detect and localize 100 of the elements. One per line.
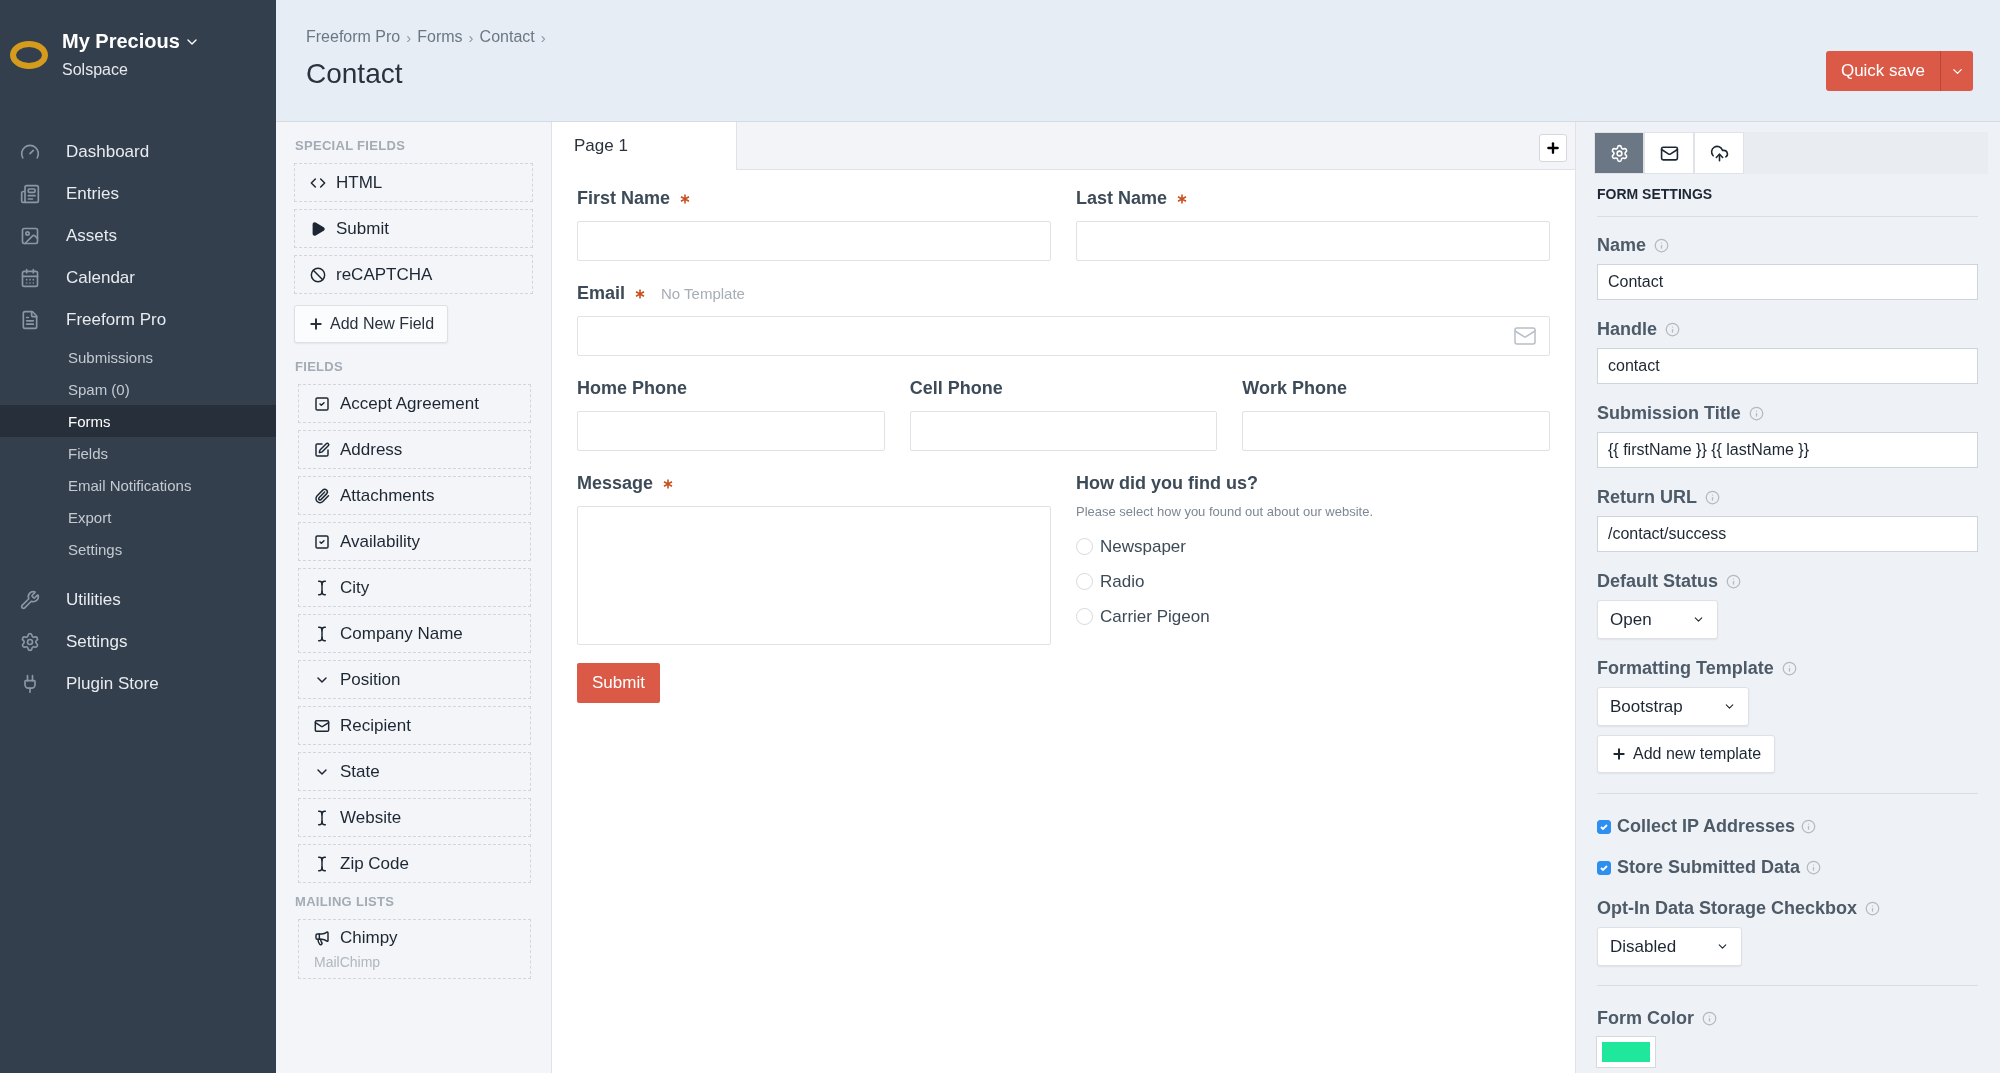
site-name[interactable]: My Precious — [62, 30, 180, 53]
submit-button[interactable]: Submit — [577, 663, 660, 703]
field-palette-item[interactable]: HTML — [294, 163, 533, 202]
nav-item[interactable]: Assets — [0, 215, 276, 257]
breadcrumb-separator: › — [468, 28, 474, 46]
nav-item[interactable]: Freeform Pro — [0, 299, 276, 341]
nav-subitem[interactable]: Spam (0) — [0, 373, 276, 405]
nav-subitem[interactable]: Settings — [0, 533, 276, 565]
nav-item[interactable]: Calendar — [0, 257, 276, 299]
setting-label: Submission Title — [1597, 403, 1741, 424]
field-palette-item[interactable]: Company Name — [298, 614, 531, 653]
breadcrumb-link[interactable]: Contact — [479, 28, 535, 46]
field-palette-item[interactable]: Position — [298, 660, 531, 699]
nav-item[interactable]: Entries — [0, 173, 276, 215]
nav-item[interactable]: Plugin Store — [0, 663, 276, 705]
field-palette-item[interactable]: Zip Code — [298, 844, 531, 883]
nav-item[interactable]: Dashboard — [0, 131, 276, 173]
color-swatch[interactable] — [1597, 1037, 1655, 1067]
field-name: reCAPTCHA — [336, 264, 433, 285]
radio-button[interactable] — [1076, 573, 1093, 590]
checkbox-label: Collect IP Addresses — [1617, 816, 1796, 837]
email-input[interactable] — [577, 316, 1550, 356]
radio-option[interactable]: Newspaper — [1076, 529, 1550, 564]
radio-button[interactable] — [1076, 608, 1093, 625]
calendar-icon — [20, 268, 40, 288]
nav-subitem[interactable]: Submissions — [0, 341, 276, 373]
field-palette-item[interactable]: Recipient — [298, 706, 531, 745]
nav-subitem[interactable]: Forms — [0, 405, 276, 437]
field-palette-item[interactable]: State — [298, 752, 531, 791]
field-palette-item[interactable]: Address — [298, 430, 531, 469]
text-input[interactable]: Contact — [1597, 264, 1978, 300]
info-icon — [1702, 1011, 1717, 1026]
ban-icon — [310, 266, 326, 283]
select-dropdown[interactable]: Bootstrap — [1597, 687, 1749, 726]
radio-label: Carrier Pigeon — [1100, 606, 1210, 627]
settings-tab[interactable] — [1644, 132, 1694, 174]
nav-subitem[interactable]: Fields — [0, 437, 276, 469]
text-input[interactable]: {{ firstName }} {{ lastName }} — [1597, 432, 1978, 468]
text-input[interactable]: contact — [1597, 348, 1978, 384]
setting-label: Return URL — [1597, 487, 1697, 508]
text-input[interactable] — [577, 411, 885, 451]
text-input[interactable] — [1242, 411, 1550, 451]
breadcrumb-link[interactable]: Freeform Pro — [306, 28, 401, 46]
info-icon — [1665, 322, 1680, 337]
text-input[interactable] — [577, 221, 1051, 261]
select-dropdown[interactable]: Open — [1597, 600, 1718, 639]
section-heading: MAILING LISTS — [295, 894, 396, 909]
text-input[interactable]: /contact/success — [1597, 516, 1978, 552]
text-input[interactable] — [909, 411, 1218, 451]
breadcrumb-separator: › — [406, 28, 412, 46]
checkmark-icon — [1599, 821, 1609, 832]
field-label: First Name — [577, 188, 671, 209]
section-heading: FIELDS — [295, 359, 345, 374]
setting-label: Formatting Template — [1597, 658, 1774, 679]
field-palette-item[interactable]: reCAPTCHA — [294, 255, 533, 294]
nav-subitem[interactable]: Export — [0, 501, 276, 533]
nav-item[interactable]: Settings — [0, 621, 276, 663]
message-textarea[interactable] — [577, 506, 1051, 645]
settings-icon — [1609, 143, 1629, 163]
field-instructions: Please select how you found out about our website. — [1076, 504, 1375, 519]
breadcrumb-link[interactable]: Forms — [417, 28, 463, 46]
field-name: Zip Code — [340, 853, 409, 874]
field-palette-item[interactable]: Website — [298, 798, 531, 837]
add-field-button[interactable]: Add New Field — [294, 305, 449, 343]
envelope-icon — [1659, 143, 1679, 163]
envelope-icon — [314, 717, 330, 734]
field-palette-item[interactable]: Availability — [298, 522, 531, 561]
text-input[interactable] — [1076, 221, 1550, 261]
radio-button[interactable] — [1076, 538, 1093, 555]
field-palette-item[interactable]: City — [298, 568, 531, 607]
field-label: Home Phone — [577, 378, 687, 399]
radio-option[interactable]: Carrier Pigeon — [1076, 599, 1550, 634]
checkbox[interactable] — [1597, 860, 1611, 875]
quick-save-button[interactable]: Quick save — [1825, 51, 1940, 91]
nav-subitem[interactable]: Email Notifications — [0, 469, 276, 501]
field-name: Availability — [340, 531, 420, 552]
add-template-button[interactable]: Add new template — [1597, 735, 1776, 773]
field-name: City — [340, 577, 370, 598]
info-icon — [1748, 406, 1764, 421]
info-icon — [1705, 490, 1720, 505]
edit-icon — [314, 441, 330, 458]
megaphone-icon — [314, 930, 330, 946]
radio-option[interactable]: Radio — [1076, 564, 1550, 599]
add-page-button[interactable] — [1539, 134, 1567, 162]
section-heading: SPECIAL FIELDS — [295, 138, 407, 153]
nav-item[interactable]: Utilities — [0, 579, 276, 621]
field-palette-item[interactable]: Attachments — [298, 476, 531, 515]
panel-title: FORM SETTINGS — [1597, 186, 1978, 217]
page-tab[interactable]: Page 1 — [552, 122, 737, 170]
select-dropdown[interactable]: Disabled — [1597, 927, 1743, 966]
field-name: Recipient — [340, 715, 411, 736]
settings-tab[interactable] — [1694, 132, 1744, 174]
setting-label: Name — [1597, 235, 1647, 256]
checkbox[interactable] — [1597, 819, 1611, 834]
field-label: Message — [577, 473, 654, 494]
save-options-button[interactable] — [1940, 51, 1973, 91]
field-palette-item[interactable]: Submit — [294, 209, 533, 248]
field-palette-item[interactable]: Accept Agreement — [298, 384, 531, 423]
field-name: HTML — [336, 172, 383, 193]
field-palette-item[interactable]: Chimpy MailChimp — [298, 919, 531, 979]
